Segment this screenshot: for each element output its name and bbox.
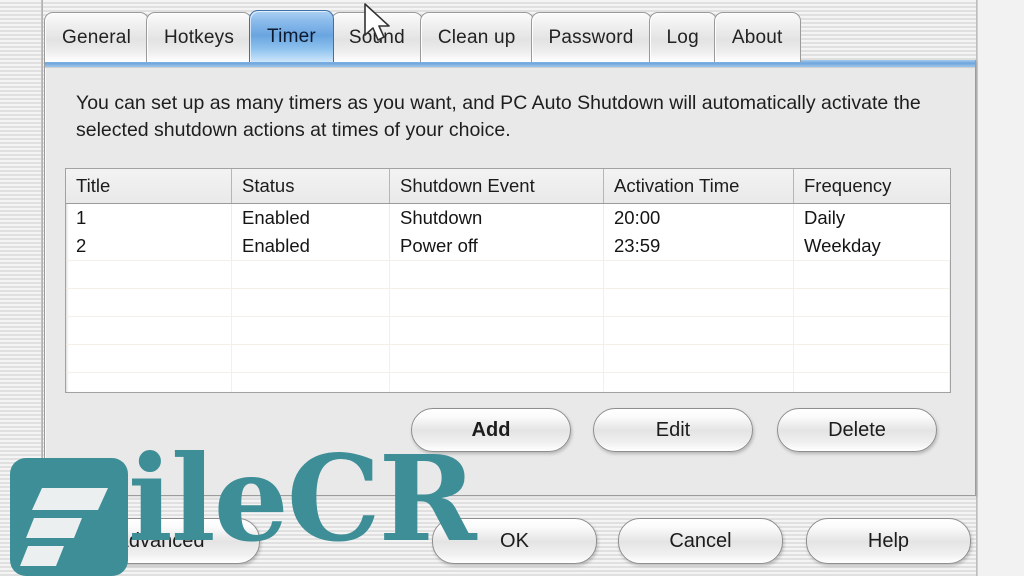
edit-button[interactable]: Edit — [593, 408, 753, 452]
table-row-empty[interactable] — [66, 344, 950, 372]
tab-timer[interactable]: Timer — [249, 10, 334, 62]
column-header-title[interactable]: Title — [66, 169, 232, 203]
cell-frequency: Weekday — [804, 235, 881, 256]
cell-status: Enabled — [232, 204, 390, 232]
add-button[interactable]: Add — [411, 408, 571, 452]
tab-clean-up[interactable]: Clean up — [419, 12, 534, 62]
tab-label: Hotkeys — [164, 26, 235, 48]
table-row-empty[interactable] — [66, 372, 950, 392]
table-row-empty[interactable] — [66, 316, 950, 344]
tab-label: Timer — [267, 25, 316, 47]
column-header-activation-time[interactable]: Activation Time — [604, 169, 794, 203]
cell-status: Enabled — [232, 232, 390, 260]
tab-label: Log — [666, 26, 699, 48]
ok-button[interactable]: OK — [432, 518, 597, 564]
help-button[interactable]: Help — [806, 518, 971, 564]
table-row[interactable]: 2 Enabled Power off 23:59 Weekday — [66, 232, 950, 260]
timer-list[interactable]: Title Status Shutdown Event Activation T… — [65, 168, 951, 393]
tab-label: General — [62, 26, 131, 48]
window-left-rule — [41, 0, 43, 576]
tab-password[interactable]: Password — [530, 12, 652, 62]
tab-panel-timer: You can set up as many timers as you wan… — [44, 60, 976, 496]
mouse-cursor-icon — [364, 3, 390, 41]
tab-general[interactable]: General — [44, 12, 149, 62]
cancel-button[interactable]: Cancel — [618, 518, 783, 564]
cell-shutdown-event: Shutdown — [390, 204, 604, 232]
column-header-frequency[interactable]: Frequency — [794, 169, 950, 203]
tab-strip: General Hotkeys Timer Sound Clean up Pas… — [44, 8, 801, 62]
tab-label: Password — [548, 26, 634, 48]
cell-title: 1 — [66, 204, 232, 232]
panel-description: You can set up as many timers as you wan… — [76, 92, 921, 141]
window-right-margin — [978, 0, 1024, 576]
table-row[interactable]: 1 Enabled Shutdown 20:00 Daily — [66, 204, 950, 232]
column-header-shutdown-event[interactable]: Shutdown Event — [390, 169, 604, 203]
cell-activation-time: 20:00 — [604, 204, 794, 232]
tab-label: Clean up — [437, 26, 516, 48]
table-row-empty[interactable] — [66, 260, 950, 288]
tab-label: About — [731, 26, 783, 48]
app-window: General Hotkeys Timer Sound Clean up Pas… — [0, 0, 1024, 576]
delete-button[interactable]: Delete — [777, 408, 937, 452]
cell-activation-time: 23:59 — [604, 232, 794, 260]
tab-about[interactable]: About — [713, 12, 801, 62]
table-row-empty[interactable] — [66, 288, 950, 316]
timer-list-header: Title Status Shutdown Event Activation T… — [66, 169, 950, 204]
tab-hotkeys[interactable]: Hotkeys — [146, 12, 253, 62]
cell-shutdown-event: Power off — [390, 232, 604, 260]
cell-frequency: Daily — [804, 207, 846, 228]
advanced-button[interactable]: Advanced — [60, 518, 260, 564]
tab-log[interactable]: Log — [648, 12, 717, 62]
cell-title: 2 — [66, 232, 232, 260]
column-header-status[interactable]: Status — [232, 169, 390, 203]
